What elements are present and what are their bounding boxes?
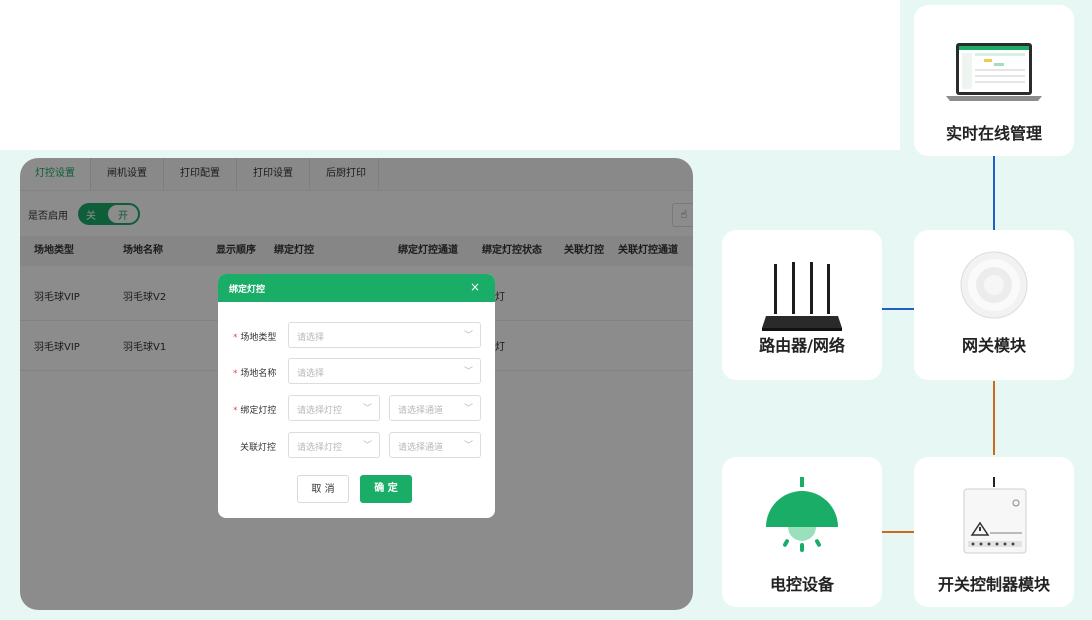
linked-channel-select[interactable]: 请选择通道 ﹀: [389, 432, 481, 458]
placeholder: 请选择灯控: [297, 443, 343, 453]
placeholder: 请选择灯控: [297, 406, 343, 416]
lamp-icon: [766, 477, 838, 552]
card-label: 网关模块: [961, 336, 1026, 355]
connector-line: [993, 381, 995, 455]
card-device: 电控设备: [722, 457, 882, 607]
connector-line: [882, 531, 914, 533]
bind-light-select[interactable]: 请选择灯控 ﹀: [288, 395, 380, 421]
confirm-button[interactable]: 确 定: [360, 475, 412, 503]
card-label: 路由器/网络: [759, 336, 845, 355]
chevron-down-icon: ﹀: [362, 404, 372, 414]
venue-type-select[interactable]: 请选择 ﹀: [288, 322, 481, 348]
chevron-down-icon: ﹀: [463, 404, 473, 414]
chevron-down-icon: ﹀: [362, 441, 372, 451]
venue-name-select[interactable]: 请选择 ﹀: [288, 358, 481, 384]
linked-light-select[interactable]: 请选择灯控 ﹀: [288, 432, 380, 458]
connector-line: [993, 156, 995, 230]
bind-channel-select[interactable]: 请选择通道 ﹀: [389, 395, 481, 421]
card-switch: 开关控制器模块: [914, 457, 1074, 607]
gateway-icon: [960, 251, 1028, 319]
chevron-down-icon: ﹀: [463, 331, 473, 341]
laptop-icon: [946, 43, 1042, 101]
close-icon[interactable]: ×: [470, 280, 480, 294]
card-label: 开关控制器模块: [937, 575, 1050, 594]
placeholder: 请选择: [297, 333, 325, 343]
connector-line: [882, 308, 914, 310]
field-label-venue-type: * 场地类型: [233, 333, 277, 343]
card-gateway: 网关模块: [914, 230, 1074, 380]
card-router: 路由器/网络: [722, 230, 882, 380]
field-label-bind-light: * 绑定灯控: [233, 406, 277, 416]
dialog-title: 绑定灯控: [229, 285, 266, 295]
switch-module-icon: [963, 477, 1027, 554]
card-label: 实时在线管理: [945, 124, 1042, 143]
field-label-venue-name: * 场地名称: [233, 369, 277, 379]
placeholder: 请选择通道: [398, 406, 444, 416]
router-icon: [762, 262, 842, 331]
placeholder: 请选择: [297, 369, 325, 379]
chevron-down-icon: ﹀: [463, 367, 473, 377]
bind-light-dialog: 绑定灯控 × * 场地类型 请选择 ﹀ * 场地名称 请选择 ﹀ * 绑定灯控 …: [218, 274, 495, 518]
cancel-button[interactable]: 取 消: [297, 475, 349, 503]
card-management: 实时在线管理: [914, 5, 1074, 156]
placeholder: 请选择通道: [398, 443, 444, 453]
card-label: 电控设备: [769, 575, 834, 594]
dialog-header: 绑定灯控 ×: [218, 274, 495, 302]
field-label-linked-light: 关联灯控: [240, 443, 277, 453]
chevron-down-icon: ﹀: [463, 441, 473, 451]
